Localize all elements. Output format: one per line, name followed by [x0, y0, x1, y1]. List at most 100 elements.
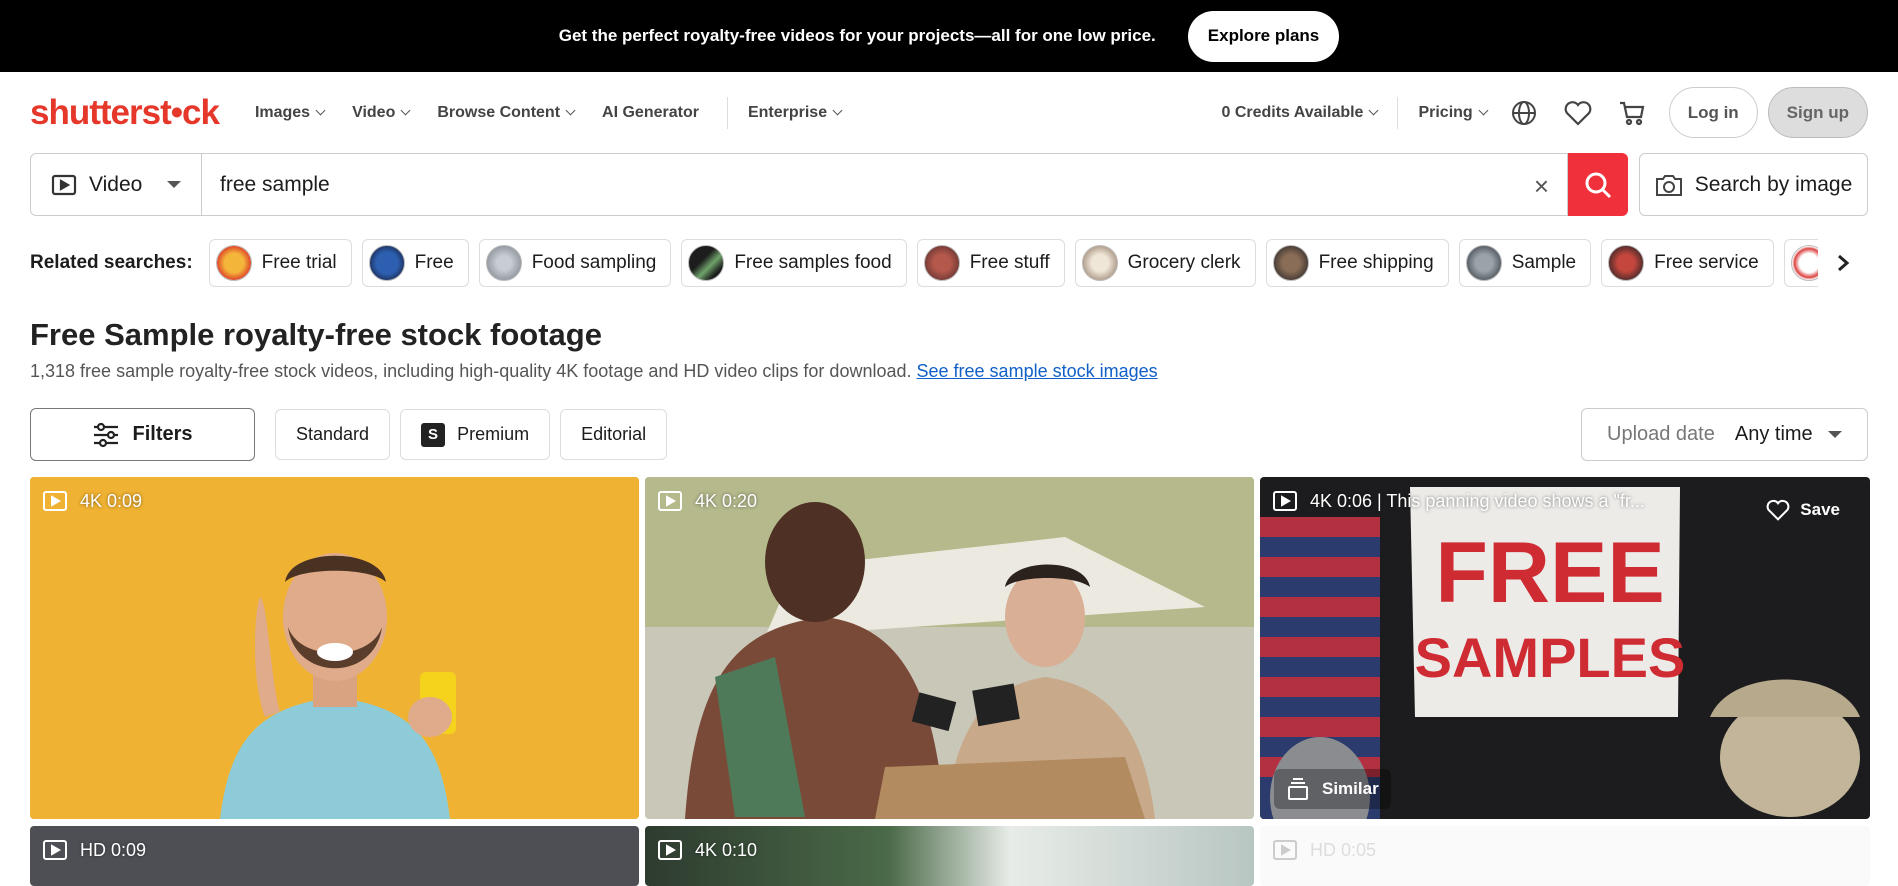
- top-nav: shutterst•ck Images Video Browse Content…: [0, 72, 1898, 153]
- video-card[interactable]: 4K 0:10: [645, 826, 1254, 886]
- credits-label: 0 Credits Available: [1221, 103, 1364, 121]
- chip-label: Free trial: [261, 252, 337, 273]
- login-button[interactable]: Log in: [1668, 87, 1758, 138]
- media-type-label: Video: [89, 172, 143, 196]
- chip-label: Free stuff: [969, 252, 1050, 273]
- similar-label: Similar: [1322, 779, 1379, 798]
- nav-enterprise[interactable]: Enterprise: [747, 103, 843, 122]
- promo-text: Get the perfect royalty-free videos for …: [558, 26, 1156, 45]
- chip-label: Sample: [1511, 252, 1577, 273]
- caret-down-icon: [167, 181, 181, 188]
- nav-divider: [1397, 96, 1399, 129]
- video-thumbnail: [30, 477, 639, 819]
- filter-standard[interactable]: Standard: [275, 409, 391, 460]
- page-title: Free Sample royalty-free stock footage: [30, 317, 602, 352]
- chip-label: Free shipping: [1318, 252, 1434, 273]
- video-meta: 4K 0:10: [695, 839, 758, 860]
- chevron-right-icon[interactable]: [1818, 239, 1868, 287]
- related-chip[interactable]: Free trial: [208, 239, 352, 287]
- video-meta: HD 0:09: [80, 839, 147, 860]
- nav-browse-content[interactable]: Browse Content: [437, 103, 576, 122]
- video-icon: [658, 840, 682, 860]
- heart-icon: [1766, 499, 1790, 521]
- nav-images[interactable]: Images: [255, 104, 326, 122]
- chip-label: Food sampling: [531, 252, 657, 273]
- chip-label: Free samples food: [734, 252, 892, 273]
- chip-thumbnail: [215, 245, 252, 281]
- filter-premium[interactable]: S Premium: [400, 409, 551, 460]
- video-badge: 4K 0:09: [42, 490, 142, 512]
- chevron-down-icon: [1478, 105, 1489, 116]
- heart-icon[interactable]: [1561, 96, 1595, 130]
- video-card[interactable]: HD 0:05: [1260, 826, 1870, 886]
- logo[interactable]: shutterst•ck: [30, 93, 220, 133]
- pricing-dropdown[interactable]: Pricing: [1418, 103, 1489, 122]
- video-badge: 4K 0:06 | This panning video shows a "fr…: [1272, 490, 1645, 512]
- chevron-down-icon: [1369, 105, 1379, 116]
- chip-label: Free service: [1654, 252, 1759, 273]
- globe-icon[interactable]: [1507, 96, 1541, 130]
- chip-thumbnail: [1272, 245, 1309, 281]
- related-chip[interactable]: Free service: [1601, 239, 1774, 287]
- signup-button[interactable]: Sign up: [1767, 87, 1868, 138]
- video-meta: 4K 0:06 | This panning video shows a "fr…: [1310, 490, 1645, 511]
- related-chip[interactable]: Free: [361, 239, 469, 287]
- search-button[interactable]: [1568, 153, 1628, 216]
- nav-video[interactable]: Video: [352, 103, 411, 122]
- video-thumbnail: [645, 477, 1254, 819]
- chip-thumbnail: [1608, 245, 1645, 281]
- search-input[interactable]: free sample ×: [202, 153, 1568, 216]
- credits-dropdown[interactable]: 0 Credits Available: [1221, 103, 1379, 122]
- save-button[interactable]: Save: [1766, 499, 1840, 521]
- video-card[interactable]: HD 0:09: [30, 826, 639, 886]
- nav-browse-label: Browse Content: [437, 103, 561, 121]
- media-type-select[interactable]: Video: [30, 153, 202, 216]
- filter-premium-label: Premium: [457, 424, 530, 444]
- cart-icon[interactable]: [1615, 96, 1649, 130]
- similar-button[interactable]: Similar: [1274, 769, 1391, 809]
- upload-date-value: Any time: [1734, 423, 1813, 445]
- chip-thumbnail: [1081, 245, 1118, 281]
- video-badge: HD 0:05: [1272, 839, 1376, 861]
- video-card[interactable]: 4K 0:09: [30, 477, 639, 819]
- sliders-icon: [94, 422, 119, 447]
- pricing-label: Pricing: [1418, 103, 1473, 121]
- svg-text:FREE: FREE: [1435, 525, 1664, 621]
- nav-enterprise-label: Enterprise: [747, 103, 828, 121]
- related-chip[interactable]: Free stuff: [916, 239, 1065, 287]
- chip-label: Grocery clerk: [1127, 252, 1241, 273]
- nav-video-label: Video: [352, 103, 396, 121]
- nav-divider: [726, 96, 728, 129]
- related-chip[interactable]: Sample: [1458, 239, 1592, 287]
- filter-editorial[interactable]: Editorial: [560, 409, 668, 460]
- promo-banner: Get the perfect royalty-free videos for …: [0, 0, 1898, 72]
- related-chip[interactable]: Food sampling: [478, 239, 672, 287]
- video-badge: 4K 0:20: [657, 490, 757, 512]
- search-query: free sample: [220, 172, 330, 196]
- related-chip[interactable]: Free samples food: [681, 239, 907, 287]
- video-badge: HD 0:09: [42, 839, 146, 861]
- explore-plans-button[interactable]: Explore plans: [1187, 10, 1340, 62]
- upload-date-label: Upload date: [1607, 423, 1715, 445]
- search-by-image-button[interactable]: Search by image: [1639, 153, 1868, 216]
- chevron-down-icon: [400, 105, 411, 116]
- video-meta: 4K 0:09: [80, 490, 143, 511]
- video-icon: [658, 491, 682, 511]
- filters-label: Filters: [132, 423, 193, 445]
- upload-date-select[interactable]: Upload date Any time: [1581, 408, 1868, 461]
- close-icon[interactable]: ×: [1534, 171, 1549, 202]
- chip-thumbnail: [368, 245, 405, 281]
- filters-button[interactable]: Filters: [30, 408, 255, 461]
- nav-right: 0 Credits Available Pricing Log in Sign …: [1221, 72, 1868, 153]
- search-bar: Video free sample × Search by image: [30, 153, 1868, 217]
- see-images-link[interactable]: See free sample stock images: [917, 361, 1158, 381]
- related-chip[interactable]: Grocery clerk: [1074, 239, 1256, 287]
- svg-text:SAMPLES: SAMPLES: [1415, 626, 1686, 689]
- video-card[interactable]: 4K 0:20: [645, 477, 1254, 819]
- search-by-image-label: Search by image: [1694, 172, 1853, 196]
- related-chip[interactable]: Free shipping: [1265, 239, 1449, 287]
- nav-ai-generator[interactable]: AI Generator: [602, 104, 699, 122]
- chip-thumbnail: [485, 245, 522, 281]
- chip-thumbnail: [688, 245, 725, 281]
- video-card[interactable]: FREE SAMPLES 4K 0:06 | This panning vide…: [1260, 477, 1870, 819]
